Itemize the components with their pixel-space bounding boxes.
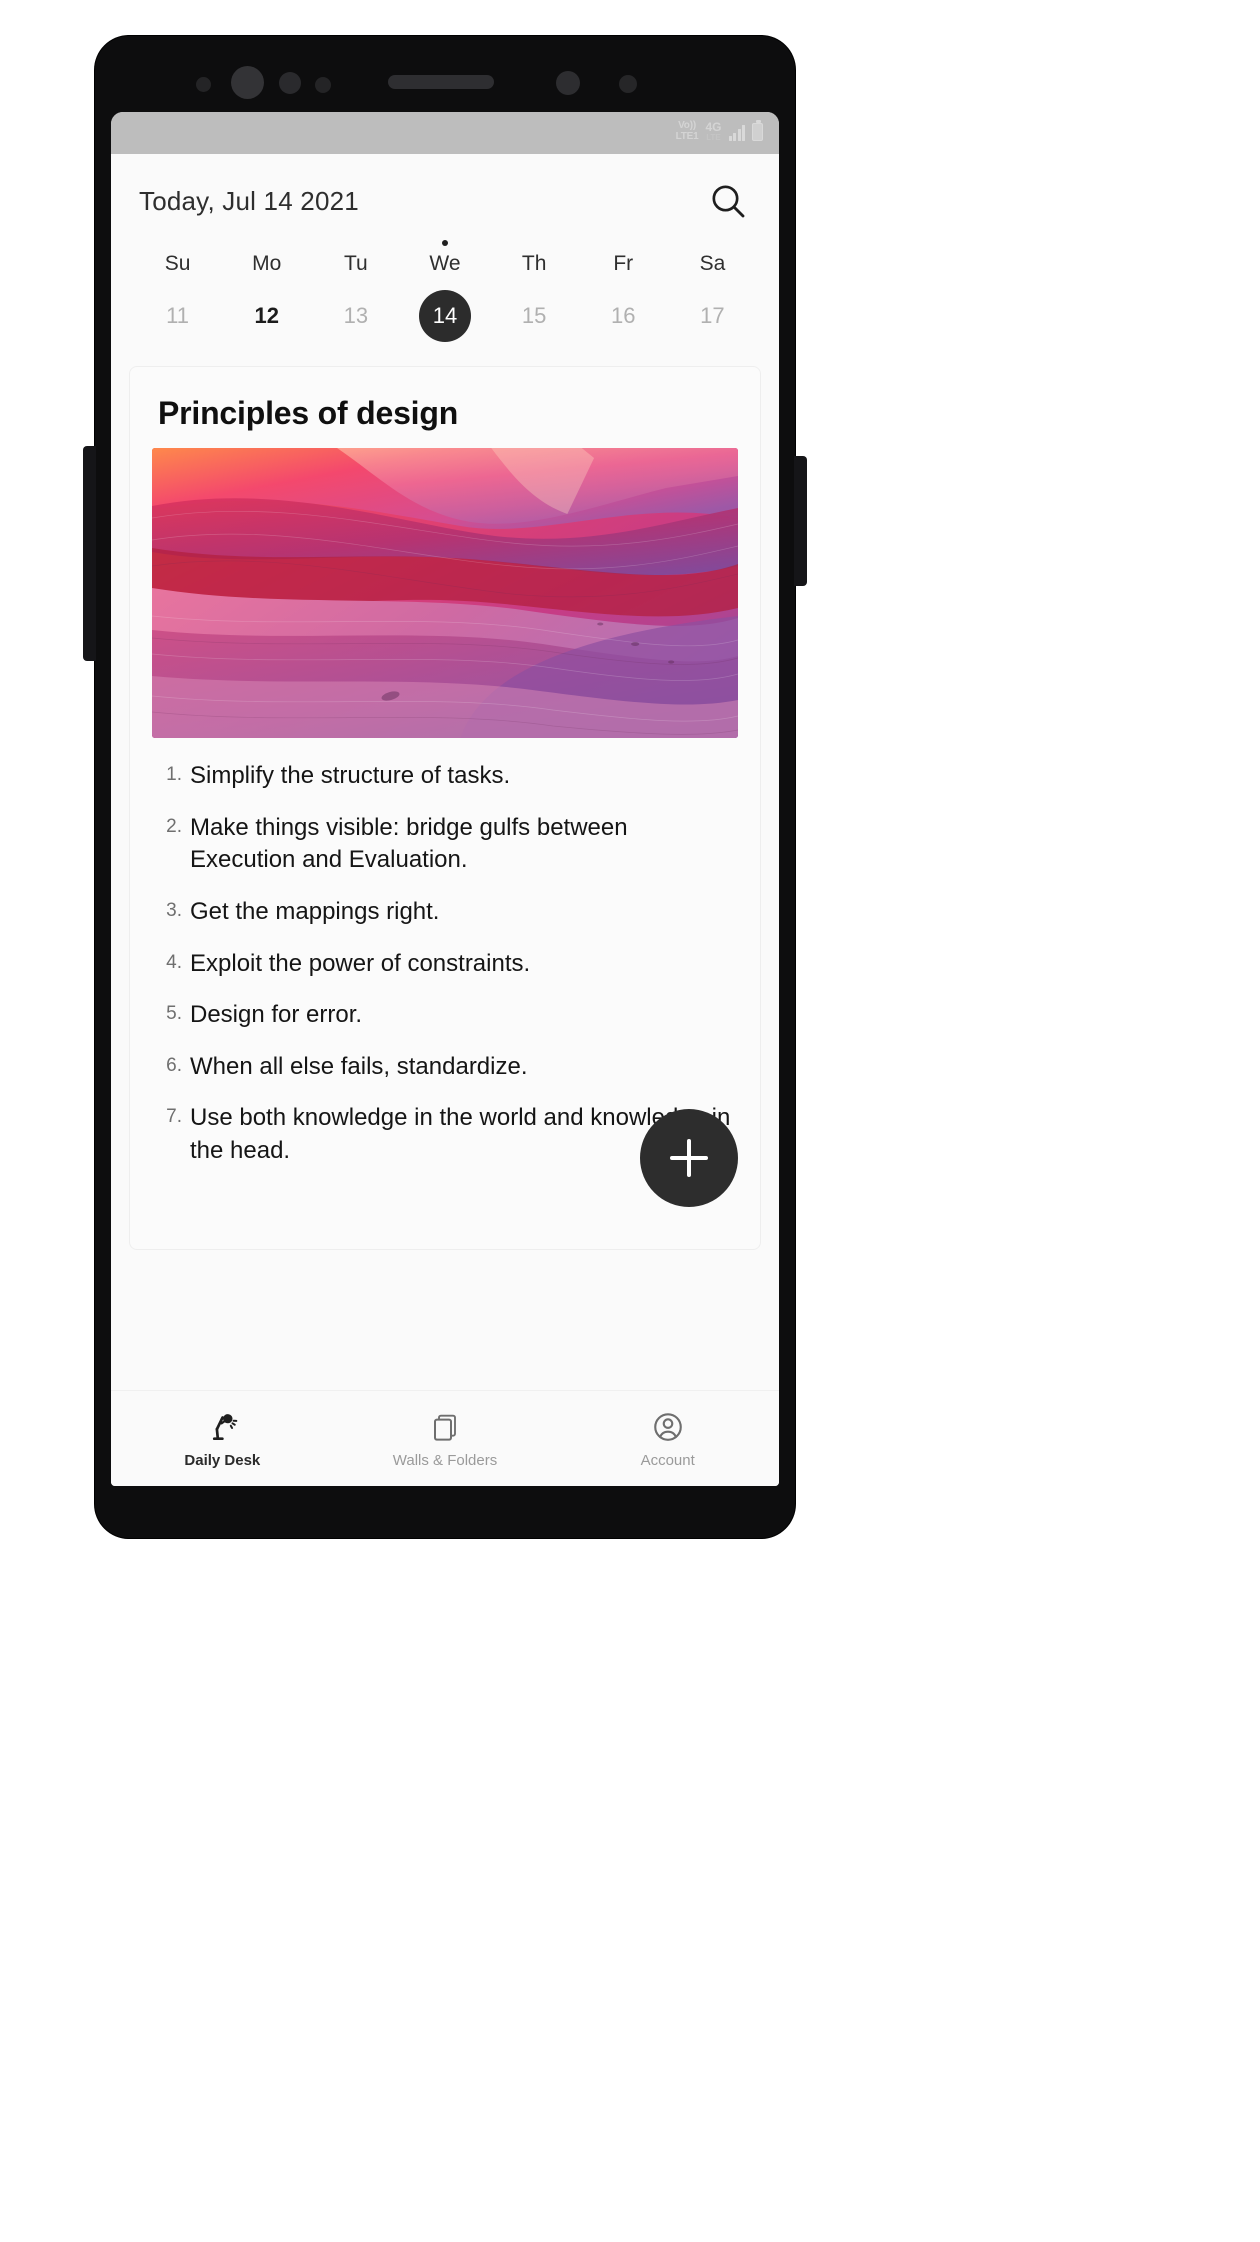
note-list-item: 1. Simplify the structure of tasks. <box>156 760 734 793</box>
calendar-day-circle: 12 <box>241 290 293 342</box>
calendar-day-circle: 14 <box>418 290 471 342</box>
calendar-day-circle: 16 <box>597 290 649 342</box>
note-item-text: When all else fails, standardize. <box>190 1052 528 1080</box>
sensor-dot-icon <box>556 71 580 95</box>
front-camera-icon <box>231 66 264 99</box>
note-item-number: 2. <box>166 815 182 837</box>
volte-label-line1: Vo)) <box>678 120 696 131</box>
status-bar: Vo)) LTE1 4G LTE <box>111 112 779 154</box>
calendar-day-we[interactable]: We 14 <box>400 240 489 342</box>
volte-indicator: Vo)) LTE1 <box>676 121 699 144</box>
note-card[interactable]: Principles of design 1. Simplify the str… <box>129 366 761 1250</box>
sensor-dot-icon <box>279 72 301 94</box>
note-title: Principles of design <box>158 395 459 431</box>
plus-icon <box>687 1139 691 1177</box>
note-hero-image <box>152 448 738 738</box>
note-item-text: Make things visible: bridge gulfs betwee… <box>190 813 628 874</box>
phone-frame: Vo)) LTE1 4G LTE Today, Jul 14 2021 Su 1… <box>83 36 807 1538</box>
power-button[interactable] <box>794 456 807 586</box>
week-row: Su 11 Mo 12 Tu 13 We 14 Th 15 Fr 16 Sa 17 <box>133 240 757 342</box>
app-header: Today, Jul 14 2021 <box>111 154 779 234</box>
note-list: 1. Simplify the structure of tasks. 2. Make… <box>130 738 760 1168</box>
nav-item-walls-folders[interactable]: Walls & Folders <box>334 1408 557 1469</box>
nav-item-daily-desk[interactable]: Daily Desk <box>111 1408 334 1469</box>
event-dot-icon <box>441 240 448 246</box>
calendar-day-circle: 17 <box>686 290 738 342</box>
status-bar-icons: Vo)) LTE1 4G LTE <box>676 114 763 144</box>
note-list-item: 3. Get the mappings right. <box>156 896 734 929</box>
calendar-day-circle: 13 <box>330 290 382 342</box>
note-list-item: 6. When all else fails, standardize. <box>156 1051 734 1084</box>
page-title: Today, Jul 14 2021 <box>139 185 359 216</box>
sensor-dot-icon <box>196 77 211 92</box>
calendar-day-mo[interactable]: Mo 12 <box>222 240 311 342</box>
calendar-dow-label: Mo <box>252 252 282 275</box>
calendar-dow-label: Su <box>164 252 191 275</box>
volume-down-button[interactable] <box>83 541 96 661</box>
calendar-dow-label: We <box>429 252 461 275</box>
calendar-day-sa[interactable]: Sa 17 <box>668 240 757 342</box>
phone-chin <box>95 1486 795 1538</box>
sensor-dot-icon <box>315 77 331 93</box>
note-item-text: Design for error. <box>190 1001 363 1029</box>
copy-cards-icon <box>429 1408 461 1446</box>
signal-bars-icon <box>728 125 745 144</box>
calendar-day-th[interactable]: Th 15 <box>490 240 579 342</box>
battery-icon <box>752 120 763 141</box>
calendar-dow-label: Tu <box>343 252 368 275</box>
calendar-day-circle: 15 <box>508 290 560 342</box>
network-sublabel: LTE <box>706 133 721 142</box>
note-item-number: 1. <box>166 764 182 785</box>
nav-label-walls-folders: Walls & Folders <box>392 1452 498 1469</box>
desk-lamp-icon <box>205 1408 239 1446</box>
bottom-navigation: Daily Desk Walls & Folders Account <box>111 1390 779 1486</box>
calendar-day-number: 13 <box>343 303 369 328</box>
note-item-text: Get the mappings right. <box>190 897 440 925</box>
calendar-dow-label: Fr <box>613 252 634 275</box>
volte-label-line2: LTE1 <box>675 131 699 142</box>
earpiece-speaker-icon <box>388 75 494 89</box>
calendar-day-number: 16 <box>611 303 636 328</box>
add-button[interactable] <box>640 1109 738 1207</box>
week-calendar-strip: Su 11 Mo 12 Tu 13 We 14 Th 15 Fr 16 Sa 17 <box>111 234 779 358</box>
search-icon <box>712 185 745 218</box>
search-button[interactable] <box>705 178 751 224</box>
network-label: 4G <box>705 120 722 134</box>
calendar-day-number: 12 <box>254 303 279 328</box>
calendar-day-number: 11 <box>166 303 189 328</box>
canyon-wave-illustration <box>152 448 738 738</box>
phone-screen: Vo)) LTE1 4G LTE Today, Jul 14 2021 Su 1… <box>111 112 779 1486</box>
nav-label-daily-desk: Daily Desk <box>184 1452 261 1469</box>
calendar-day-su[interactable]: Su 11 <box>133 240 222 342</box>
phone-sensor-bar <box>95 36 795 112</box>
note-item-text: Simplify the structure of tasks. <box>190 762 511 789</box>
note-item-number: 7. <box>166 1106 182 1128</box>
note-item-number: 3. <box>166 899 182 921</box>
nav-label-account: Account <box>640 1452 695 1469</box>
user-circle-icon <box>651 1408 685 1446</box>
calendar-day-number: 15 <box>521 303 547 328</box>
note-list-item: 5. Design for error. <box>156 999 734 1032</box>
note-item-text: Exploit the power of constraints. <box>190 949 531 977</box>
note-list-item: 2. Make things visible: bridge gulfs betw… <box>156 812 734 877</box>
sensor-dot-icon <box>619 75 637 93</box>
note-list-item: 4. Exploit the power of constraints. <box>156 948 734 981</box>
calendar-day-fr[interactable]: Fr 16 <box>579 240 668 342</box>
calendar-day-circle: 11 <box>152 290 204 342</box>
calendar-day-tu[interactable]: Tu 13 <box>311 240 400 342</box>
nav-item-account[interactable]: Account <box>556 1408 779 1469</box>
calendar-day-number: 17 <box>700 303 725 328</box>
calendar-day-number: 14 <box>432 303 458 328</box>
calendar-dow-label: Sa <box>699 252 726 275</box>
note-item-number: 4. <box>166 951 182 973</box>
calendar-dow-label: Th <box>521 252 547 275</box>
network-indicator: 4G LTE <box>705 121 721 144</box>
note-item-number: 5. <box>166 1003 182 1025</box>
note-item-number: 6. <box>166 1054 182 1076</box>
